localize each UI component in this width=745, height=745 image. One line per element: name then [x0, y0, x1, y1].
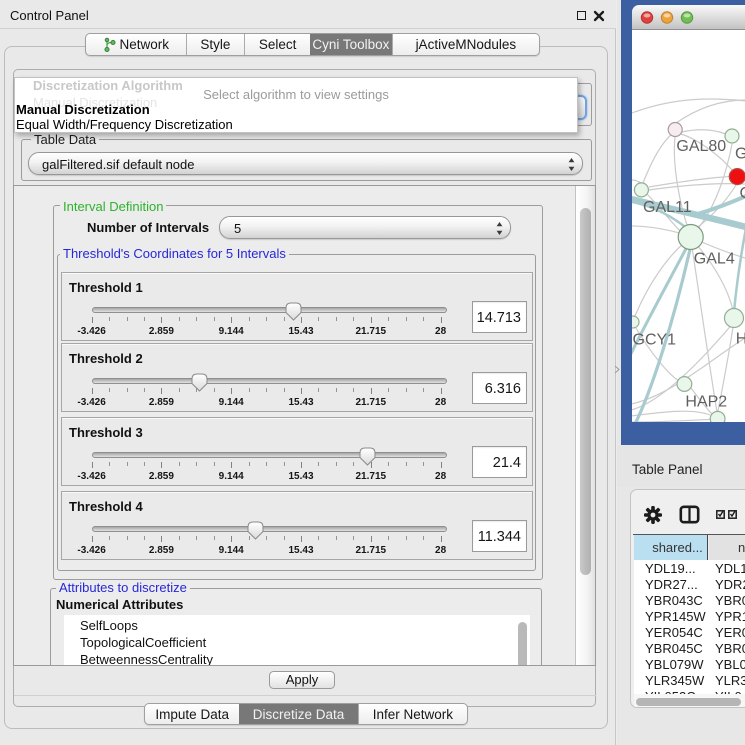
svg-text:GCY1: GCY1 — [633, 331, 677, 348]
svg-text:GAL11: GAL11 — [643, 199, 692, 216]
svg-text:HAP2: HAP2 — [685, 394, 727, 411]
svg-text:GAL4: GAL4 — [694, 251, 735, 268]
svg-text:C: C — [740, 185, 745, 202]
svg-text:GA: GA — [735, 146, 745, 163]
svg-text:H: H — [736, 330, 745, 347]
svg-text:GAL80: GAL80 — [676, 138, 726, 155]
